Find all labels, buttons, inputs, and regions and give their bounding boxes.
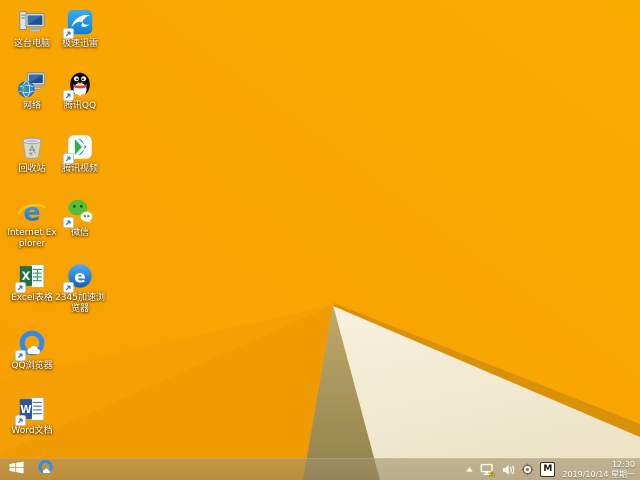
desktop-icon-label: Word文档 [11, 426, 53, 436]
taskbar-clock[interactable]: 12:30 2019/10/14 星期一 [562, 460, 635, 480]
network-icon [17, 69, 47, 99]
tencent-qq-icon [63, 69, 95, 101]
desktop-icon-xunlei[interactable]: 极速迅雷 [54, 7, 106, 50]
desktop-icon-label: 网络 [22, 101, 41, 111]
internet-explorer-icon: e [17, 196, 47, 226]
desktop-icon-tencent-video[interactable]: 腾讯视频 [54, 132, 106, 175]
recycle-bin-icon [17, 132, 47, 162]
desktop-icon-label: 回收站 [18, 164, 46, 174]
desktop-icon-internet-explorer[interactable]: e Internet Explorer [6, 196, 58, 250]
shortcut-arrow-icon [15, 415, 26, 426]
start-button[interactable] [0, 459, 32, 480]
shortcut-arrow-icon [63, 282, 74, 293]
desktop-icon-label: 极速迅雷 [61, 39, 98, 49]
word-icon: W [15, 394, 47, 426]
tray-action-center-icon[interactable] [521, 463, 534, 476]
shortcut-arrow-icon [15, 282, 26, 293]
taskbar: M 12:30 2019/10/14 星期一 [0, 458, 640, 480]
wechat-icon [63, 196, 95, 228]
desktop-icon-recycle-bin[interactable]: 回收站 [6, 132, 58, 175]
svg-text:e: e [74, 267, 85, 287]
qq-browser-icon [15, 329, 47, 361]
windows-logo-icon [8, 460, 25, 479]
desktop-icon-word[interactable]: W Word文档 [6, 394, 58, 437]
system-tray: M [465, 462, 556, 477]
shortcut-arrow-icon [15, 350, 26, 361]
shortcut-arrow-icon [63, 28, 74, 39]
desktop-icon-excel[interactable]: X Excel表格 [6, 261, 58, 304]
this-pc-icon [17, 7, 47, 37]
shortcut-arrow-icon [63, 217, 74, 228]
shortcut-arrow-icon [63, 90, 74, 101]
tencent-video-icon [63, 132, 95, 164]
desktop-icon-label: 腾讯QQ [63, 101, 97, 111]
clock-time: 12:30 [611, 459, 635, 469]
xunlei-icon [63, 7, 95, 39]
desktop-icon-label: 腾讯视频 [61, 164, 98, 174]
ime-language-label: M [540, 462, 556, 477]
desktop-icon-grid: 这台电脑 极速迅雷 网络 腾讯QQ 回收站 腾讯视频 e Internet Ex… [6, 0, 126, 458]
desktop-icon-wechat[interactable]: 微信 [54, 196, 106, 239]
ime-indicator[interactable]: M [540, 462, 556, 477]
desktop-icon-qq-browser[interactable]: QQ浏览器 [6, 329, 58, 372]
desktop-icon-browser-2345[interactable]: e 2345加速浏览器 [54, 261, 106, 315]
desktop-icon-this-pc[interactable]: 这台电脑 [6, 7, 58, 50]
desktop-icon-tencent-qq[interactable]: 腾讯QQ [54, 69, 106, 112]
desktop-icon-label: 2345加速浏览器 [55, 293, 105, 314]
tray-volume-icon[interactable] [502, 464, 515, 476]
excel-icon: X [15, 261, 47, 293]
tray-hidden-icons-icon[interactable] [465, 465, 474, 474]
desktop-icon-label: QQ浏览器 [11, 361, 53, 371]
taskbar-qq-browser-button[interactable] [32, 459, 58, 480]
desktop-icon-label: Excel表格 [11, 293, 53, 303]
browser-2345-icon: e [63, 261, 95, 293]
clock-date: 2019/10/14 星期一 [562, 469, 635, 479]
qq-browser-icon [37, 459, 54, 480]
svg-text:e: e [23, 197, 40, 226]
desktop-icon-network[interactable]: 网络 [6, 69, 58, 112]
desktop: 这台电脑 极速迅雷 网络 腾讯QQ 回收站 腾讯视频 e Internet Ex… [0, 0, 640, 480]
shortcut-arrow-icon [63, 153, 74, 164]
desktop-icon-label: 这台电脑 [13, 39, 50, 49]
desktop-icon-label: 微信 [70, 228, 89, 238]
tray-network-warning-icon[interactable] [480, 463, 496, 477]
desktop-icon-label: Internet Explorer [7, 228, 57, 249]
